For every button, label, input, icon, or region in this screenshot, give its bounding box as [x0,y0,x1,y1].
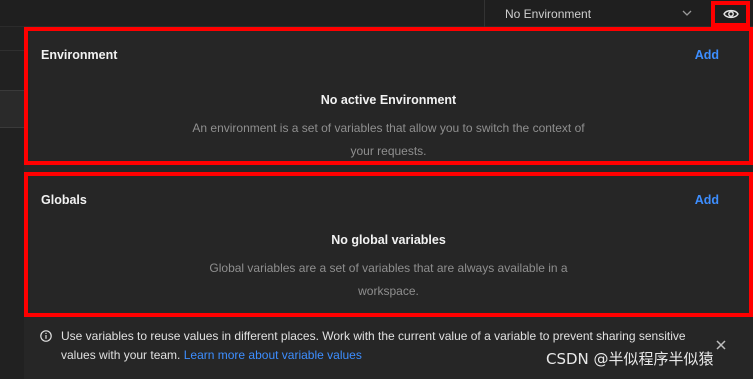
close-icon[interactable] [715,339,727,351]
divider [0,50,24,51]
watermark: CSDN @半似程序半似猿 [546,350,714,368]
empty-state-description: An environment is a set of variables tha… [192,121,585,158]
empty-state-title: No global variables [331,233,446,247]
sidebar-row [0,90,24,128]
add-environment-button[interactable]: Add [695,48,719,62]
add-global-button[interactable]: Add [695,193,719,207]
environment-quick-look-button[interactable] [711,1,750,27]
left-sidebar-strip [0,0,24,379]
info-icon [40,330,52,342]
app-window: No Environment Environment Add No active… [0,0,753,379]
globals-section: Globals Add No global variables Global v… [24,172,753,317]
learn-more-link[interactable]: Learn more about variable values [184,348,362,362]
empty-state-title: No active Environment [320,93,457,107]
environment-selector-label: No Environment [505,6,592,21]
environment-selector[interactable]: No Environment [484,0,706,27]
eye-icon [722,9,739,19]
section-title: Environment [41,48,118,62]
top-toolbar: No Environment [0,0,753,27]
chevron-down-icon [682,10,692,16]
environment-section: Environment Add No active Environment An… [24,27,753,165]
section-title: Globals [41,193,87,207]
empty-state-description: Global variables are a set of variables … [209,261,568,298]
